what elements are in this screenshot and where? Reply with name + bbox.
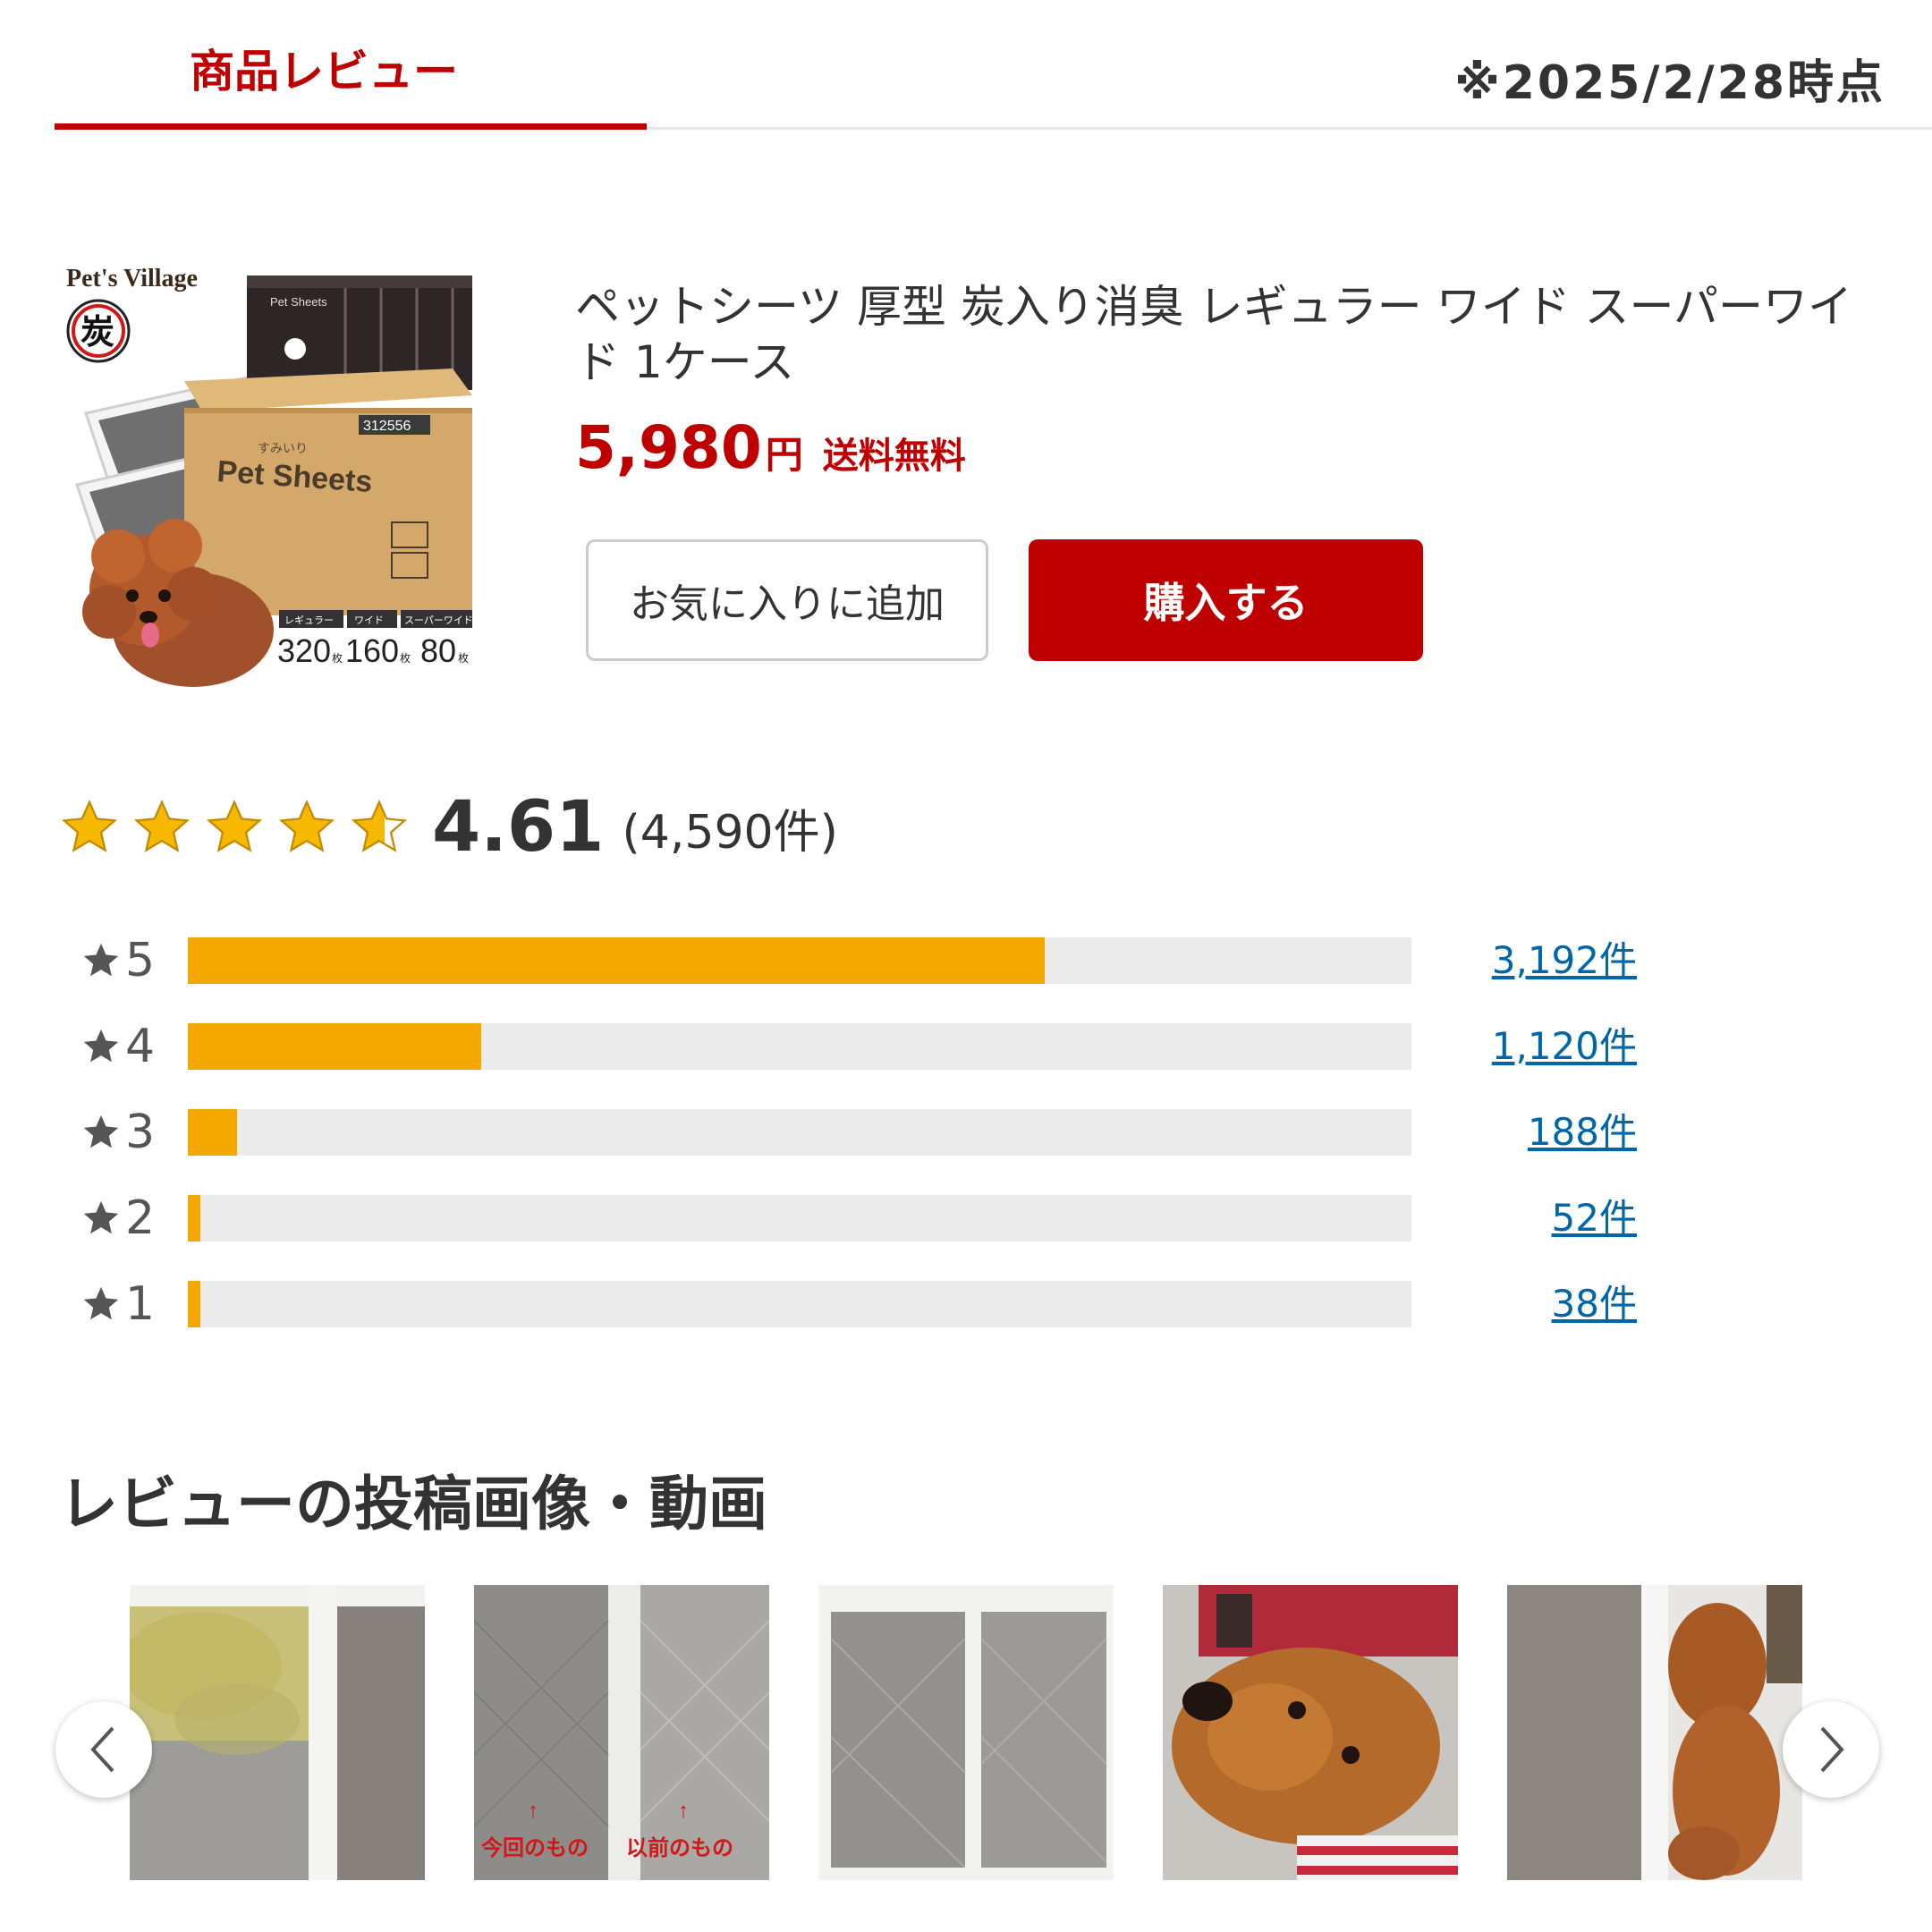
product-title[interactable]: ペットシーツ 厚型 炭入り消臭 レギュラー ワイド スーパーワイド 1ケース [575,279,1881,390]
rating-count-link[interactable]: 1,120件 [1458,1021,1637,1072]
rating-row-stars: 1 [125,1277,156,1331]
star-icon [83,1114,119,1148]
box-code: 312556 [363,419,411,434]
average-rating: 4.61 [432,787,605,868]
star-half-icon [351,799,408,852]
rating-bar-fill [188,1109,237,1156]
star-icon [83,943,119,977]
chevron-right-icon [1820,1726,1844,1773]
rating-bar-track[interactable] [188,937,1411,984]
rating-count-link[interactable]: 188件 [1458,1107,1637,1157]
rating-row-stars: 2 [125,1191,156,1245]
rating-count-link[interactable]: 52件 [1458,1193,1637,1243]
star-icon [83,1286,119,1320]
thumb-arrow-right: ↑ [678,1799,689,1823]
star-icon [83,1029,119,1063]
as-of-date: ※2025/2/28時点 [1454,56,1885,110]
count-wide: 160 [345,632,399,669]
free-shipping-label: 送料無料 [822,436,966,477]
rating-bar-fill [188,1195,200,1241]
price-unit: 円 [765,433,803,477]
count-unit-superwide: 枚 [458,651,469,665]
count-regular: 320 [277,632,331,669]
star-full-icon [61,799,118,852]
review-media-heading: レビューの投稿画像・動画 [59,1470,767,1538]
rating-row-3: 3 188件 [80,1106,1637,1159]
size-count-table: レギュラー ワイド スーパーワイド 320 枚 160 枚 80 枚 [277,610,473,669]
tab-product-review-label: 商品レビュー [190,46,458,97]
tab-active-underline [55,123,647,130]
size-wide-label: ワイド [354,615,384,626]
star-full-icon [133,799,191,852]
brand-logo-text: Pet's Village [66,265,198,292]
rating-count-link[interactable]: 3,192件 [1458,936,1637,986]
rating-count-link[interactable]: 38件 [1458,1279,1637,1329]
rating-row-2: 2 52件 [80,1191,1637,1245]
star-icon [83,1200,119,1234]
rating-row-stars: 4 [125,1020,156,1073]
total-review-count: (4,590件) [622,805,838,860]
count-superwide: 80 [420,632,456,669]
rating-row-label: 5 [80,934,156,987]
average-stars [59,797,421,858]
add-to-favorites-button[interactable]: お気に入りに追加 [586,539,988,661]
count-unit-regular: 枚 [332,651,343,665]
rating-bar-fill [188,1281,200,1327]
thumb-label-previous: 以前のもの [626,1835,733,1860]
size-regular-label: レギュラー [284,614,334,626]
review-thumbnail-1[interactable] [130,1585,425,1880]
review-tab-header: 商品レビュー ※2025/2/28時点 [0,0,1932,134]
rating-bar-track[interactable] [188,1109,1411,1156]
rating-bar-track[interactable] [188,1195,1411,1241]
price-line: 5,980 円 送料無料 [575,413,966,482]
dark-box-label: Pet Sheets [270,295,327,309]
buy-button[interactable]: 購入する [1029,539,1423,661]
box-small-label: すみいり [258,441,308,455]
thumb-label-current: 今回のもの [481,1835,589,1860]
rating-row-1: 1 38件 [80,1277,1637,1331]
rating-row-label: 4 [80,1020,156,1073]
product-image[interactable]: Pet Sheets 312556 すみいり Pet Sheets Pet's … [59,261,478,687]
size-superwide-label: スーパーワイド [404,614,473,626]
rating-row-4: 4 1,120件 [80,1020,1637,1073]
charcoal-badge-char: 炭 [80,314,114,352]
review-thumbnail-3[interactable] [818,1585,1114,1880]
price-value: 5,980 [575,413,762,482]
rating-row-label: 3 [80,1106,156,1159]
carousel-prev-button[interactable] [55,1701,152,1798]
rating-bar-track[interactable] [188,1023,1411,1070]
rating-row-5: 5 3,192件 [80,934,1637,987]
review-thumbnail-5[interactable] [1507,1585,1802,1880]
rating-bar-track[interactable] [188,1281,1411,1327]
rating-bar-fill [188,1023,482,1070]
star-full-icon [278,799,335,852]
count-unit-wide: 枚 [400,651,411,665]
rating-summary: 4.61 (4,590件) [59,787,838,868]
tab-product-review[interactable]: 商品レビュー [55,0,647,130]
carousel-next-button[interactable] [1783,1701,1879,1798]
rating-row-label: 1 [80,1277,156,1331]
brand-logo: Pet's Village 炭 [66,265,198,363]
review-thumbnail-2[interactable]: ↑ ↑ 今回のもの 以前のもの [474,1585,769,1880]
rating-bar-fill [188,937,1045,984]
thumb-arrow-left: ↑ [528,1799,538,1823]
rating-row-label: 2 [80,1191,156,1245]
review-thumbnail-4[interactable] [1163,1585,1458,1880]
rating-row-stars: 3 [125,1106,156,1159]
chevron-left-icon [90,1726,114,1773]
rating-row-stars: 5 [125,934,156,987]
star-full-icon [206,799,263,852]
